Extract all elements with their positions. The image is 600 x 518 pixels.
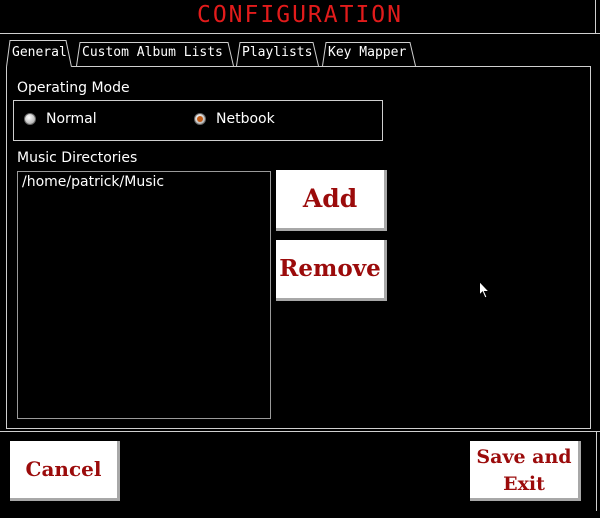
tab-custom-album-lists-label: Custom Album Lists: [82, 45, 223, 60]
title-bar-edge: [595, 0, 600, 33]
save-and-exit-line1: Save and: [476, 446, 572, 468]
footer-divider: [0, 431, 600, 432]
remove-button[interactable]: Remove: [276, 240, 387, 301]
title-bar: CONFIGURATION: [0, 0, 600, 34]
music-directories-label: Music Directories: [17, 150, 138, 166]
radio-normal-label[interactable]: Normal: [46, 111, 97, 127]
add-button[interactable]: Add: [276, 170, 387, 231]
radio-normal[interactable]: [24, 113, 36, 125]
music-directories-list[interactable]: /home/patrick/Music: [17, 171, 271, 419]
radio-netbook-label[interactable]: Netbook: [216, 111, 275, 127]
tab-general-label: General: [12, 45, 67, 60]
list-item[interactable]: /home/patrick/Music: [22, 174, 164, 190]
radio-netbook[interactable]: [194, 113, 206, 125]
tab-custom-album-lists[interactable]: Custom Album Lists: [76, 39, 234, 67]
tab-general[interactable]: General: [6, 39, 72, 67]
operating-mode-label: Operating Mode: [17, 80, 130, 96]
window-title: CONFIGURATION: [196, 2, 403, 28]
tab-playlists-label: Playlists: [242, 45, 313, 60]
tab-key-mapper[interactable]: Key Mapper: [322, 39, 416, 67]
mouse-cursor-icon: [479, 281, 491, 299]
footer-right-border: [596, 431, 597, 511]
tab-key-mapper-label: Key Mapper: [328, 45, 407, 60]
save-and-exit-line2: Exit: [503, 473, 545, 495]
cancel-button[interactable]: Cancel: [10, 441, 120, 501]
tab-playlists[interactable]: Playlists: [236, 39, 319, 67]
save-and-exit-button[interactable]: Save and Exit: [470, 441, 581, 501]
